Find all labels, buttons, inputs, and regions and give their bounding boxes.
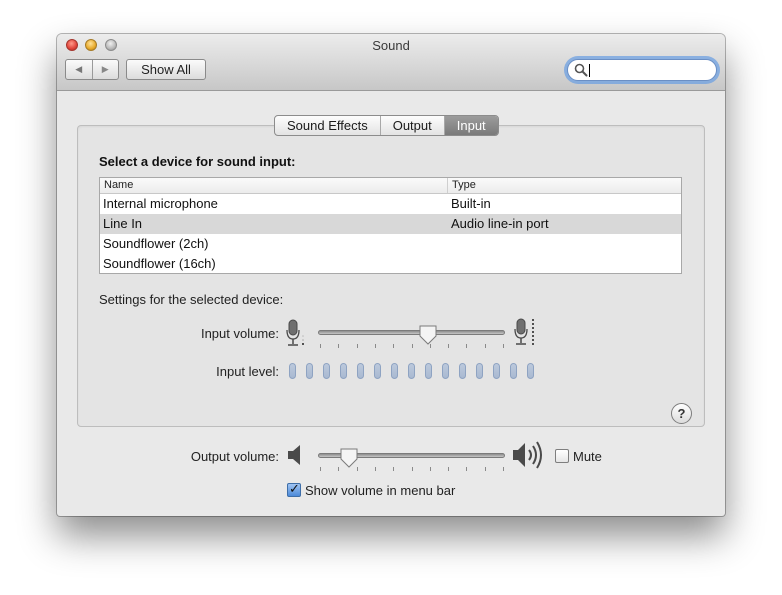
output-volume-tick [375, 467, 376, 471]
input-volume-tick [466, 344, 467, 348]
table-row[interactable]: Soundflower (2ch) [100, 234, 681, 254]
device-type [448, 254, 451, 273]
mute-label[interactable]: Mute [573, 449, 602, 464]
output-volume-tick [430, 467, 431, 471]
input-volume-tick [430, 344, 431, 348]
input-pane [77, 125, 705, 427]
output-volume-tick [448, 467, 449, 471]
input-volume-label: Input volume: [200, 326, 279, 341]
microphone-high-icon [514, 318, 534, 345]
input-volume-tick [393, 344, 394, 348]
input-level-segment [493, 363, 500, 379]
input-volume-tick [485, 344, 486, 348]
input-level-segment [374, 363, 381, 379]
output-volume-tick [393, 467, 394, 471]
show-volume-label[interactable]: Show volume in menu bar [305, 483, 455, 498]
settings-label: Settings for the selected device: [99, 292, 284, 307]
back-button[interactable]: ◀ [66, 60, 93, 79]
input-level-segment [476, 363, 483, 379]
input-device-table[interactable]: Name Type Internal microphone Built-in L… [99, 177, 682, 274]
output-volume-tick [485, 467, 486, 471]
table-row[interactable]: Soundflower (16ch) [100, 254, 681, 273]
input-level-segment [391, 363, 398, 379]
input-volume-tick [357, 344, 358, 348]
output-volume-tick [466, 467, 467, 471]
column-header-name[interactable]: Name [100, 178, 448, 193]
input-level-segment [340, 363, 347, 379]
microphone-low-icon [286, 319, 304, 346]
text-caret [589, 64, 590, 77]
back-forward-group: ◀ ▶ [65, 59, 119, 80]
table-header: Name Type [100, 178, 681, 194]
input-level-segment [442, 363, 449, 379]
output-volume-label: Output volume: [190, 449, 279, 464]
device-type: Audio line-in port [451, 216, 549, 231]
forward-button[interactable]: ▶ [93, 60, 119, 79]
output-volume-tick [503, 467, 504, 471]
input-volume-track[interactable] [318, 330, 505, 335]
input-level-segment [510, 363, 517, 379]
table-row[interactable]: Internal microphone Built-in [100, 194, 681, 214]
device-name: Internal microphone [103, 196, 218, 211]
tab-input[interactable]: Input [444, 116, 498, 135]
input-level-segment [527, 363, 534, 379]
output-volume-tick [320, 467, 321, 471]
device-name: Line In [103, 216, 143, 231]
input-volume-slider-knob[interactable] [419, 325, 437, 345]
input-level-segment [357, 363, 364, 379]
input-volume-tick [503, 344, 504, 348]
show-volume-checkbox[interactable]: ✓ [287, 481, 301, 497]
input-volume-tick [375, 344, 376, 348]
column-header-type[interactable]: Type [448, 178, 476, 193]
input-level-segment [459, 363, 466, 379]
output-volume-tick [338, 467, 339, 471]
magnifier-icon [574, 63, 588, 77]
help-button[interactable]: ? [671, 403, 692, 424]
back-arrow-icon: ◀ [75, 64, 83, 74]
search-field[interactable] [567, 59, 717, 81]
sound-preferences-window: Sound ◀ ▶ Show All Sound Effects Output … [57, 34, 725, 516]
speaker-low-icon [288, 445, 300, 465]
output-volume-slider-knob[interactable] [340, 448, 358, 468]
table-row-selected[interactable]: Line In Audio line-in port [100, 214, 681, 234]
window-title: Sound [372, 38, 410, 53]
device-name: Soundflower (2ch) [103, 236, 209, 251]
show-all-button[interactable]: Show All [126, 59, 206, 80]
checkmark-icon: ✓ [289, 481, 300, 496]
forward-arrow-icon: ▶ [101, 64, 109, 74]
input-volume-tick [448, 344, 449, 348]
input-level-segment [306, 363, 313, 379]
speaker-high-icon [513, 441, 542, 469]
input-volume-tick [320, 344, 321, 348]
device-section-title: Select a device for sound input: [99, 154, 296, 169]
input-level-segment [425, 363, 432, 379]
output-volume-tick [357, 467, 358, 471]
mute-checkbox[interactable] [555, 449, 569, 463]
output-volume-tick [412, 467, 413, 471]
title-bar: Sound ◀ ▶ Show All [57, 34, 725, 91]
input-level-segment [323, 363, 330, 379]
device-type [448, 234, 451, 254]
input-level-segment [289, 363, 296, 379]
tab-bar: Sound Effects Output Input [274, 115, 499, 136]
input-level-segment [408, 363, 415, 379]
search-input[interactable] [588, 62, 710, 78]
input-volume-tick [412, 344, 413, 348]
tab-output[interactable]: Output [381, 116, 445, 135]
device-type: Built-in [451, 196, 491, 211]
input-level-label: Input level: [216, 364, 279, 379]
tab-sound-effects[interactable]: Sound Effects [275, 116, 381, 135]
device-name: Soundflower (16ch) [103, 256, 216, 271]
input-volume-tick [338, 344, 339, 348]
